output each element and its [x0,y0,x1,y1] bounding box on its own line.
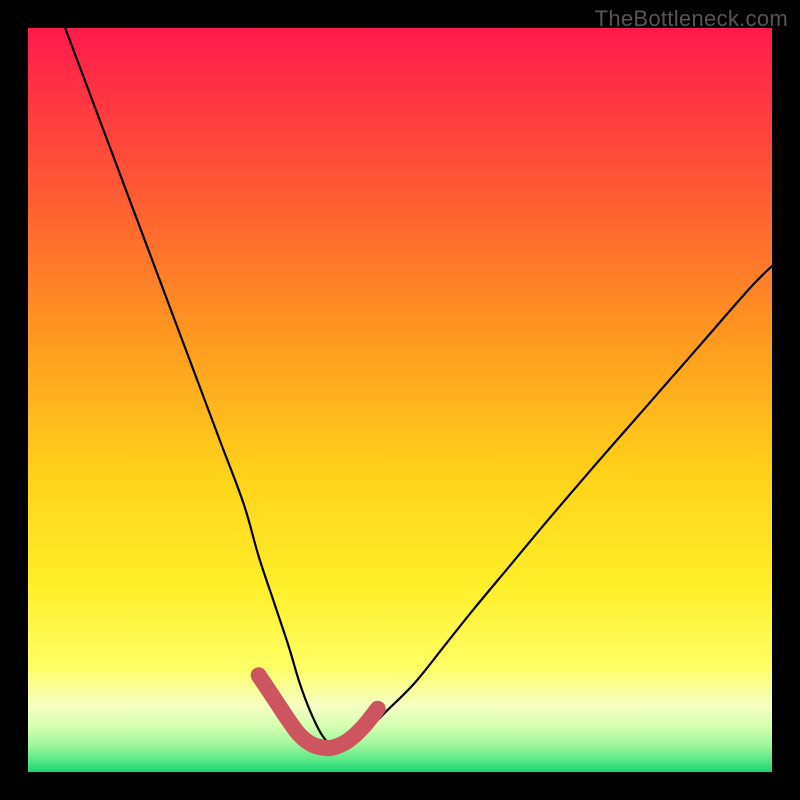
bottleneck-chart [28,28,772,772]
watermark-text: TheBottleneck.com [595,6,788,32]
gradient-background [28,28,772,772]
chart-container: TheBottleneck.com [0,0,800,800]
plot-area [28,28,772,772]
